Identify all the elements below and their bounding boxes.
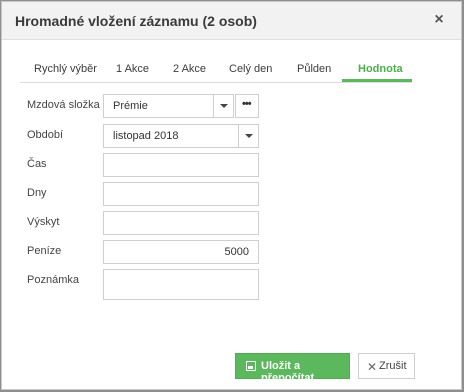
save-button-label: Uložit a přepočítat (261, 360, 315, 384)
close-icon[interactable]: × (431, 11, 447, 29)
poznamka-label: Poznámka (27, 274, 79, 286)
save-and-recalculate-button[interactable]: Uložit a přepočítat (235, 353, 350, 384)
tab-rychly-vyber[interactable]: Rychlý výběr (34, 63, 97, 75)
tab-2-akce[interactable]: 2 Akce (173, 63, 206, 75)
cas-input[interactable] (103, 153, 259, 177)
cas-label: Čas (27, 158, 47, 170)
tab-pulden[interactable]: Půlden (297, 63, 331, 75)
tab-1-akce[interactable]: 1 Akce (116, 63, 149, 75)
chevron-down-icon (245, 134, 253, 138)
penize-value: 5000 (224, 246, 249, 258)
dny-label: Dny (27, 187, 47, 199)
tab-cely-den[interactable]: Celý den (229, 63, 272, 75)
dny-input[interactable] (103, 182, 259, 206)
save-icon (246, 361, 256, 371)
penize-label: Peníze (27, 245, 62, 257)
mzdova-slozka-value: Prémie (113, 100, 148, 112)
close-icon: ✕ (367, 360, 378, 374)
obdobi-dropdown-toggle[interactable] (238, 125, 258, 147)
mzdova-slozka-label: Mzdová složka (27, 99, 100, 111)
active-tab-indicator (342, 79, 412, 82)
vyskyt-input[interactable] (103, 211, 259, 235)
mzdova-slozka-dropdown-toggle[interactable] (213, 95, 233, 117)
more-options-button[interactable]: ••• (235, 94, 259, 118)
cancel-button-label: Zrušit (379, 360, 407, 372)
tab-bar: Rychlý výběr 1 Akce 2 Akce Celý den Půld… (20, 59, 412, 83)
obdobi-label: Období (27, 129, 64, 141)
mzdova-slozka-select[interactable]: Prémie (103, 94, 234, 118)
vyskyt-label: Výskyt (27, 216, 60, 228)
bulk-insert-dialog: Hromadné vložení záznamu (2 osob) × Rych… (1, 1, 462, 390)
tab-hodnota[interactable]: Hodnota (358, 63, 403, 75)
ellipsis-icon: ••• (242, 98, 252, 110)
cancel-button[interactable]: ✕ Zrušit (358, 353, 415, 379)
obdobi-value: listopad 2018 (113, 130, 179, 142)
obdobi-select[interactable]: listopad 2018 (103, 124, 259, 148)
dialog-header: Hromadné vložení záznamu (2 osob) × (2, 2, 461, 40)
poznamka-textarea[interactable] (103, 269, 259, 300)
penize-input[interactable]: 5000 (103, 240, 259, 264)
dialog-title: Hromadné vložení záznamu (2 osob) (15, 13, 257, 29)
chevron-down-icon (220, 104, 228, 108)
